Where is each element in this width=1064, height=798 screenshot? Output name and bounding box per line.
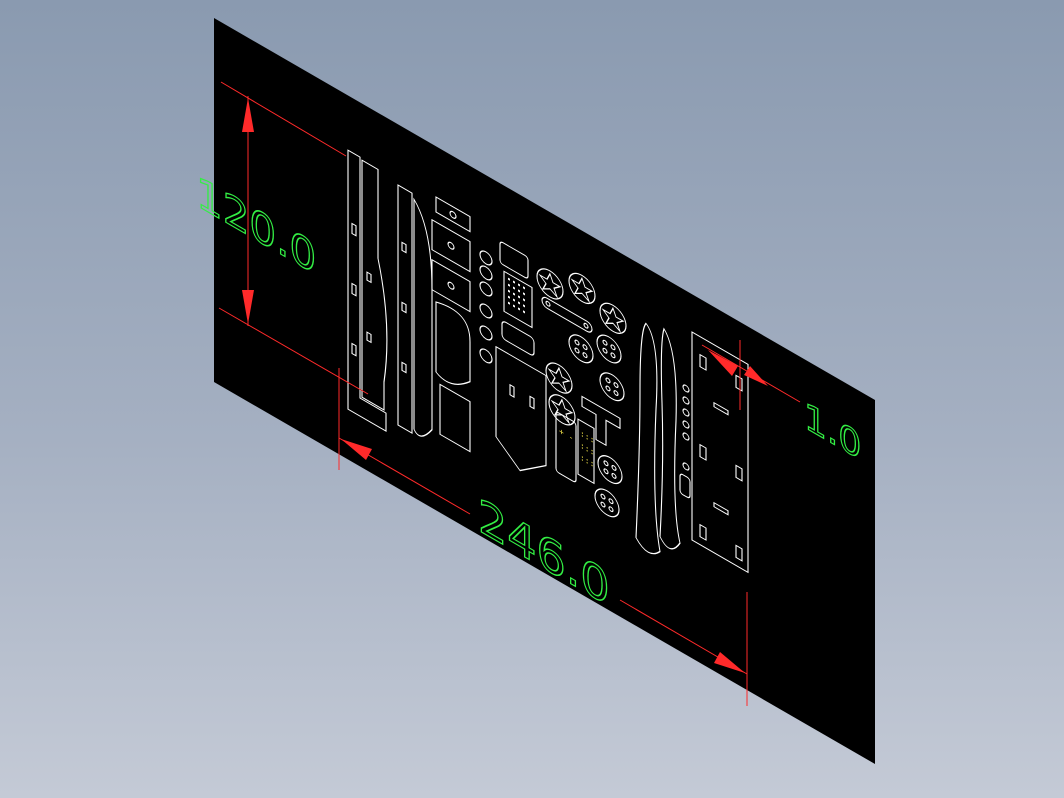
- isometric-drawing: + - ::: ::: ::: 120.0 246.0 1.0: [195, 18, 875, 764]
- sheet-plate[interactable]: [214, 18, 875, 764]
- cad-viewport[interactable]: + - ::: ::: ::: 120.0 246.0 1.0: [0, 0, 1064, 798]
